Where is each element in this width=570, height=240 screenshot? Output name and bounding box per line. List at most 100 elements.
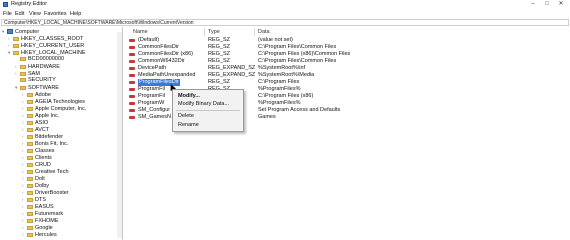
tree-item-software[interactable]: ▾ SOFTWARE [15, 84, 59, 91]
registry-editor-icon [3, 2, 8, 7]
folder-icon [27, 162, 33, 167]
column-header-data[interactable]: Data [258, 29, 270, 36]
folder-icon [27, 169, 33, 174]
folder-icon [27, 120, 33, 125]
folder-icon [20, 85, 26, 90]
tree-item-avct[interactable]: › AVCT [22, 126, 49, 133]
tree-item-apple-computer[interactable]: › Apple Computer, Inc. [22, 105, 86, 112]
tree-item-clients[interactable]: › Clients [22, 154, 52, 161]
menu-item-modify-binary[interactable]: Modify Binary Data... [178, 100, 229, 108]
menu-help[interactable]: Help [70, 11, 81, 17]
tree-item-bonis[interactable]: › Bonis Fit, Inc. [22, 140, 68, 147]
menu-edit[interactable]: Edit [15, 11, 24, 17]
folder-icon [20, 64, 26, 69]
tree-item-hklm[interactable]: ▾ HKEY_LOCAL_MACHINE [8, 49, 86, 56]
string-value-icon [129, 81, 135, 84]
tree-item-sam[interactable]: › SAM [15, 70, 40, 77]
tree-item-creative[interactable]: › Creative Tech [22, 168, 69, 175]
string-value-icon [129, 67, 135, 70]
tree-item-easus[interactable]: › EASUS [22, 203, 54, 210]
tree-item-hercules[interactable]: › Hercules [22, 231, 57, 238]
address-bar[interactable]: Computer\HKEY_LOCAL_MACHINE\SOFTWARE\Mic… [1, 19, 569, 26]
string-value-icon [129, 102, 135, 105]
table-row[interactable]: MediaPathUnexpanded REG_EXPAND_SZ %SystemR… [124, 72, 570, 79]
folder-icon [27, 218, 33, 223]
menu-file[interactable]: File [3, 11, 12, 17]
tree-pane: ▾ Computer › HKEY_CLASSES_ROOT › HKEY_CURRE… [0, 27, 123, 240]
string-value-icon [129, 46, 135, 49]
tree-item-driverbooster[interactable]: › DriverBooster [22, 189, 69, 196]
menu-view[interactable]: View [29, 11, 41, 17]
table-row[interactable]: CommonFilesDir REG_SZ C:\Program Files\Com… [124, 44, 570, 51]
folder-icon [27, 211, 33, 216]
table-row[interactable]: DevicePath REG_EXPAND_SZ %SystemRoot%\inf [124, 65, 570, 72]
folder-icon [27, 141, 33, 146]
tree-item-security[interactable]: SECURITY [15, 77, 56, 84]
minimize-button[interactable]: – [527, 0, 539, 9]
tree-item-bitdefender[interactable]: › Bitdefender [22, 133, 63, 140]
string-value-icon [129, 109, 135, 112]
tree-item-adobe[interactable]: › Adobe [22, 91, 51, 98]
tree-item-bcd[interactable]: BCD00000000 [15, 56, 64, 63]
close-button[interactable]: ✕ [555, 0, 567, 9]
tree-item-apple-inc[interactable]: › Apple Inc. [22, 112, 59, 119]
table-row[interactable]: (Default) REG_SZ (value not set) [124, 37, 570, 44]
folder-icon [27, 190, 33, 195]
tree-item-futuremark[interactable]: › Futuremark [22, 210, 63, 217]
tree-item-dts[interactable]: › DTS [22, 196, 46, 203]
tree-item-hkcu[interactable]: › HKEY_CURRENT_USER [8, 42, 84, 49]
column-header-type[interactable]: Type [208, 29, 220, 36]
menu-item-rename[interactable]: Rename [178, 121, 199, 129]
table-row[interactable]: CommonW6432Dir REG_SZ C:\Program Files\Com… [124, 58, 570, 65]
folder-icon [27, 113, 33, 118]
tree-item-fxhome[interactable]: › FXHOME [22, 217, 59, 224]
computer-icon [7, 29, 13, 35]
menu-item-delete[interactable]: Delete [178, 112, 194, 120]
folder-icon [27, 92, 33, 97]
folder-icon [27, 106, 33, 111]
folder-icon [27, 127, 33, 132]
tree-item-asio[interactable]: › ASIO [22, 119, 48, 126]
tree-item-classes[interactable]: › Classes [22, 147, 55, 154]
folder-icon [27, 134, 33, 139]
menu-separator [176, 110, 240, 111]
column-header-name[interactable]: Name [133, 29, 148, 36]
maximize-button[interactable]: □ [541, 0, 553, 9]
tree-item-dolby[interactable]: › Dolby [22, 182, 49, 189]
folder-icon [27, 197, 33, 202]
tree-item-hardware[interactable]: › HARDWARE [15, 63, 60, 70]
title-bar: Registry Editor – □ ✕ [0, 0, 570, 9]
folder-icon [27, 155, 33, 160]
string-value-icon [129, 39, 135, 42]
folder-icon [20, 56, 26, 61]
folder-icon [27, 183, 33, 188]
tree-item-dolt[interactable]: › Dolt [22, 175, 45, 182]
tree-item-ageia[interactable]: › AGEIA Technologies [22, 98, 85, 105]
string-value-icon [129, 116, 135, 119]
column-divider[interactable] [204, 28, 205, 36]
folder-icon [20, 71, 26, 76]
menu-item-modify[interactable]: Modify... [178, 92, 200, 100]
tree-item-computer[interactable]: ▾ Computer [2, 28, 39, 35]
string-value-icon [129, 95, 135, 98]
column-divider[interactable] [254, 28, 255, 36]
folder-icon [27, 176, 33, 181]
tree-item-crud[interactable]: › CRUD [22, 161, 51, 168]
menu-bar: File Edit View Favorites Help [0, 10, 570, 18]
string-value-icon [129, 60, 135, 63]
folder-icon [13, 36, 19, 41]
menu-favorites[interactable]: Favorites [44, 11, 67, 17]
tree-item-hkcr[interactable]: › HKEY_CLASSES_ROOT [8, 35, 83, 42]
table-row[interactable]: CommonFilesDir (x86) REG_SZ C:\Program Fil… [124, 51, 570, 58]
window-title: Registry Editor [11, 1, 48, 7]
folder-icon [27, 99, 33, 104]
tree-item-google[interactable]: › Google [22, 224, 53, 231]
tree-scrollbar[interactable] [117, 32, 122, 238]
folder-icon [27, 204, 33, 209]
table-row-selected[interactable]: ProgramFilesDir REG_SZ C:\Program Files [124, 79, 570, 86]
folder-icon [13, 43, 19, 48]
folder-icon [27, 148, 33, 153]
folder-icon [20, 77, 26, 82]
string-value-icon [129, 53, 135, 56]
folder-icon [13, 50, 19, 55]
